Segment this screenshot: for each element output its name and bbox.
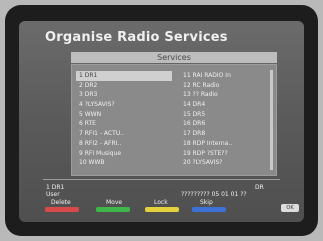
- service-item[interactable]: 4 ?LYSAVIS?: [76, 100, 172, 110]
- services-column-left: 1 DR1 2 DR2 3 DR3 4 ?LYSAVIS? 5 WWN 6 RT…: [76, 71, 172, 168]
- move-label: Move: [106, 199, 123, 206]
- service-item[interactable]: 11 RAI RADIO In: [180, 71, 276, 81]
- service-item[interactable]: 17 DR8: [180, 129, 276, 139]
- service-item[interactable]: 6 RTE: [76, 119, 172, 129]
- delete-label: Delete: [51, 199, 71, 206]
- footer-time: ????????? 05 01 01 ??: [181, 191, 247, 198]
- service-item[interactable]: 13 ?? Radio: [180, 90, 276, 100]
- footer-current-service: 1 DR1: [46, 184, 65, 191]
- service-item[interactable]: 9 RFI Musique: [76, 149, 172, 159]
- service-item[interactable]: 16 DR6: [180, 119, 276, 129]
- service-item[interactable]: 15 DR5: [180, 110, 276, 120]
- service-item[interactable]: 20 ?LYSAVIS?: [180, 158, 276, 168]
- service-item[interactable]: 19 RDP ?STE??: [180, 149, 276, 159]
- footer-service-type: DR: [255, 184, 264, 191]
- service-item[interactable]: 3 DR3: [76, 90, 172, 100]
- service-item[interactable]: 14 DR4: [180, 100, 276, 110]
- lock-button[interactable]: [145, 207, 179, 212]
- service-item[interactable]: 10 WWB: [76, 158, 172, 168]
- skip-label: Skip: [200, 199, 213, 206]
- service-item[interactable]: 5 WWN: [76, 110, 172, 120]
- footer-user: User: [46, 191, 60, 198]
- service-item[interactable]: 8 RFI2 - AFRI..: [76, 139, 172, 149]
- move-button[interactable]: [96, 207, 130, 212]
- page-title: Organise Radio Services: [45, 30, 228, 45]
- tab-services[interactable]: Services: [71, 52, 277, 63]
- service-item[interactable]: 7 RFI1 - ACTU..: [76, 129, 172, 139]
- delete-button[interactable]: [45, 207, 79, 212]
- services-list: 1 DR1 2 DR2 3 DR3 4 ?LYSAVIS? 5 WWN 6 RT…: [71, 64, 277, 176]
- service-item[interactable]: 2 DR2: [76, 81, 172, 91]
- service-item[interactable]: 12 RC Radio: [180, 81, 276, 91]
- footer-divider: [43, 179, 280, 180]
- service-item[interactable]: 1 DR1: [76, 71, 172, 81]
- service-item[interactable]: 18 RDP Interna..: [180, 139, 276, 149]
- skip-button[interactable]: [192, 207, 226, 212]
- ok-badge: OK: [281, 204, 299, 212]
- lock-label: Lock: [154, 199, 168, 206]
- services-column-right: 11 RAI RADIO In 12 RC Radio 13 ?? Radio …: [180, 71, 276, 168]
- scrollbar[interactable]: [270, 70, 273, 170]
